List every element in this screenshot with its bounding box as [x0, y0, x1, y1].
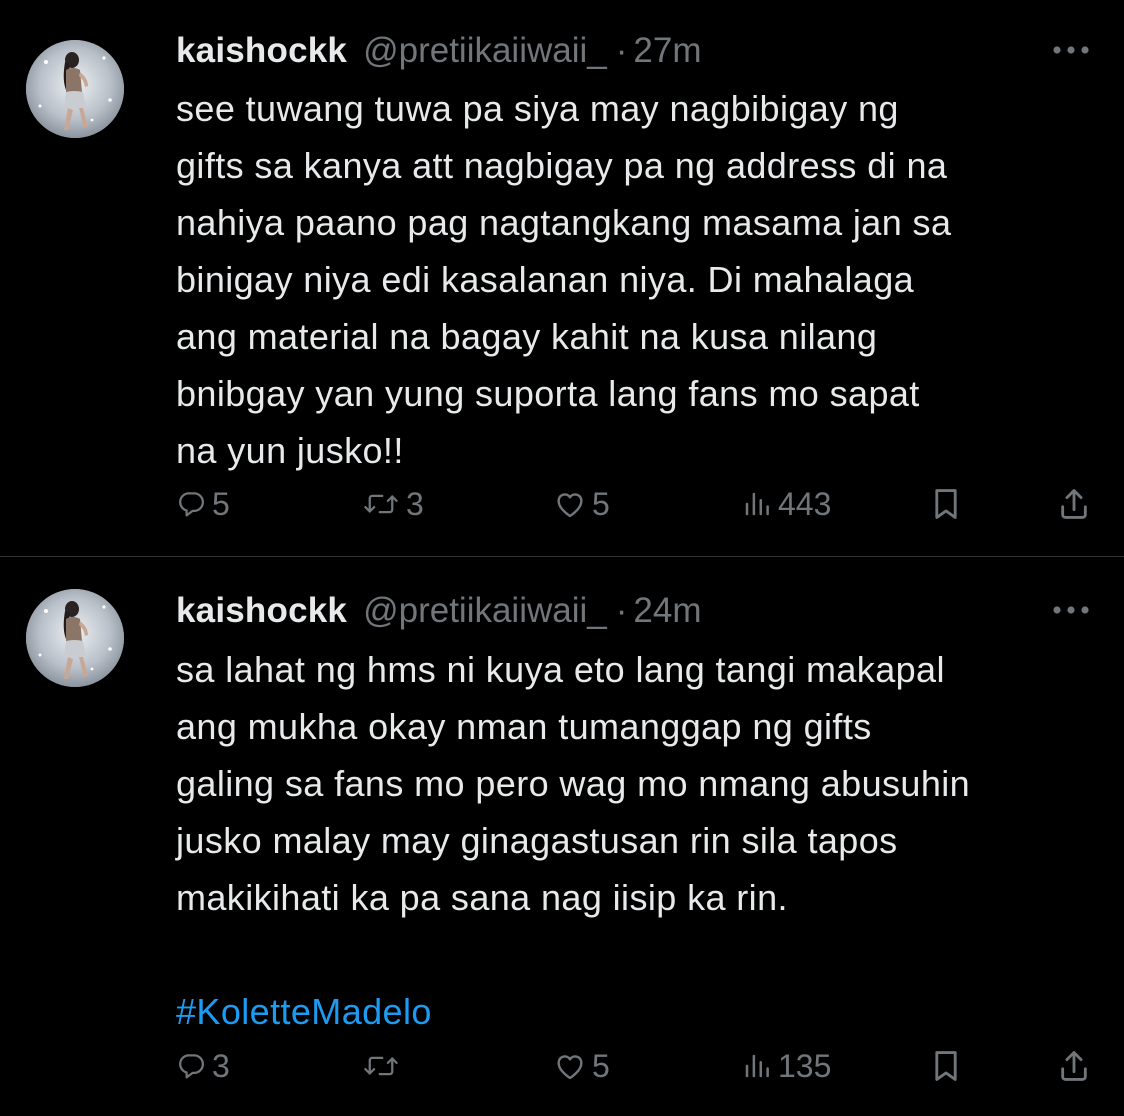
retweet-icon: [364, 1056, 398, 1076]
tweet-text-line: galing sa fans mo pero wag mo nmang abus…: [176, 763, 971, 804]
tweet-text-line: gifts sa kanya att nagbigay pa ng addres…: [176, 145, 948, 186]
tweet[interactable]: kaishockk @pretiikaiiwaii_ · 27m see tuw…: [0, 0, 1124, 556]
more-horizontal-icon[interactable]: [1048, 38, 1094, 62]
tweet-text-line: ang material na bagay kahit na kusa nila…: [176, 316, 878, 357]
bookmark-icon: [935, 1051, 957, 1081]
bookmark-button[interactable]: [931, 1041, 961, 1091]
tweet-text-line: sa lahat ng hms ni kuya eto lang tangi m…: [176, 649, 945, 690]
handle[interactable]: @pretiikaiiwaii_: [363, 591, 607, 631]
reply-count: 5: [212, 485, 230, 522]
views-button[interactable]: 135: [742, 1041, 831, 1091]
share-icon: [1061, 1051, 1087, 1081]
tweet-text: sa lahat ng hms ni kuya eto lang tangi m…: [176, 641, 1106, 1040]
tweet-text-line: jusko malay may ginagastusan rin sila ta…: [176, 820, 898, 861]
share-button[interactable]: [1058, 1041, 1090, 1091]
tweet-text-line: see tuwang tuwa pa siya may nagbibigay n…: [176, 88, 899, 129]
action-bar: 3 5 135: [176, 1041, 1098, 1091]
profile-photo-icon: [26, 40, 124, 138]
tweet-header: kaishockk @pretiikaiiwaii_ · 24m: [176, 586, 1094, 636]
tweet-text-line: bnibgay yan yung suporta lang fans mo sa…: [176, 373, 920, 414]
like-button[interactable]: 5: [554, 479, 610, 529]
reply-icon: [179, 1054, 204, 1079]
share-button[interactable]: [1058, 479, 1090, 529]
tweet-text-line: makikihati ka pa sana nag iisip ka rin.: [176, 877, 788, 918]
retweet-icon: [364, 494, 398, 514]
display-name[interactable]: kaishockk: [176, 591, 347, 631]
profile-photo-icon: [26, 589, 124, 687]
heart-icon: [557, 1055, 583, 1080]
reply-button[interactable]: 3: [176, 1041, 230, 1091]
tweet-text-line: na yun jusko!!: [176, 430, 404, 471]
views-button[interactable]: 443: [742, 479, 831, 529]
tweet-text-line: nahiya paano pag nagtangkang masama jan …: [176, 202, 952, 243]
separator-dot: ·: [615, 31, 628, 70]
like-count: 5: [592, 1047, 610, 1084]
display-name[interactable]: kaishockk: [176, 31, 347, 71]
hashtag-link[interactable]: #KoletteMadelo: [176, 983, 1106, 1040]
like-count: 5: [592, 485, 610, 522]
reply-button[interactable]: 5: [176, 479, 230, 529]
tweet-text: see tuwang tuwa pa siya may nagbibigay n…: [176, 80, 1106, 479]
views-count: 135: [778, 1047, 832, 1084]
share-icon: [1061, 489, 1087, 519]
like-button[interactable]: 5: [554, 1041, 610, 1091]
bookmark-button[interactable]: [931, 479, 961, 529]
timestamp[interactable]: 27m: [633, 31, 701, 71]
views-icon: [745, 1054, 769, 1078]
tweet-text-line: ang mukha okay nman tumanggap ng gifts: [176, 706, 872, 747]
reply-count: 3: [212, 1047, 230, 1084]
avatar[interactable]: [26, 589, 124, 687]
tweet-header: kaishockk @pretiikaiiwaii_ · 27m: [176, 26, 1094, 76]
action-bar: 5 3 5 443: [176, 479, 1098, 529]
handle[interactable]: @pretiikaiiwaii_: [363, 31, 607, 71]
reply-icon: [179, 492, 204, 517]
views-count: 443: [778, 485, 832, 522]
tweet-text-line: binigay niya edi kasalanan niya. Di maha…: [176, 259, 915, 300]
retweet-button[interactable]: [362, 1041, 406, 1091]
tweet[interactable]: kaishockk @pretiikaiiwaii_ · 24m sa laha…: [0, 557, 1124, 1116]
avatar[interactable]: [26, 40, 124, 138]
timestamp[interactable]: 24m: [633, 591, 701, 631]
views-icon: [745, 492, 769, 516]
retweet-count: 3: [406, 485, 424, 522]
retweet-button[interactable]: 3: [362, 479, 424, 529]
separator-dot: ·: [615, 591, 628, 630]
bookmark-icon: [935, 489, 957, 519]
more-horizontal-icon[interactable]: [1048, 598, 1094, 622]
heart-icon: [557, 493, 583, 518]
